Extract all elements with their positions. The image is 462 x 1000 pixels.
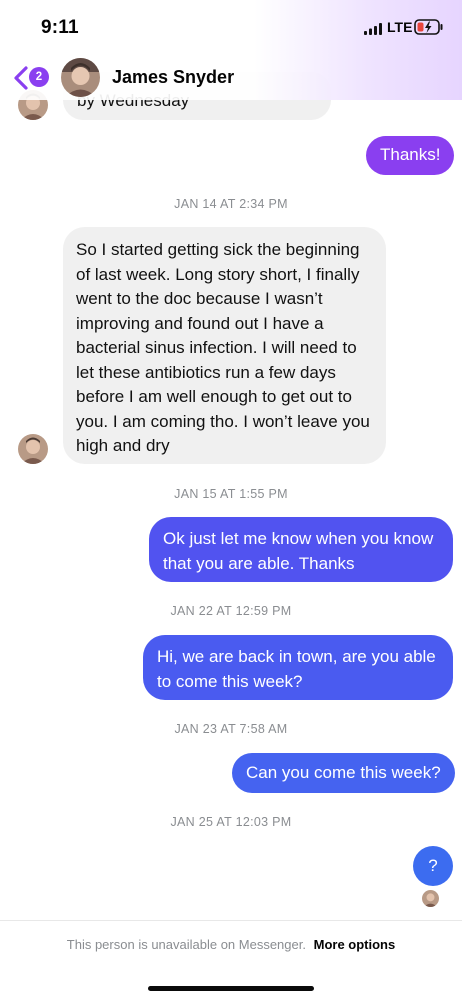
contact-avatar[interactable] [61, 58, 100, 97]
message-line: that you are able. Thanks [163, 553, 355, 573]
battery-icon [414, 18, 444, 36]
status-time: 9:11 [41, 17, 79, 38]
timestamp: JAN 14 AT 2:34 PM [174, 197, 288, 211]
message-line: let these antibiotics run a few days [76, 362, 336, 382]
message-line: improving and found out I have a [76, 313, 324, 333]
message-text: Can you come this week? [246, 763, 441, 782]
network-type: LTE [387, 19, 413, 35]
home-indicator[interactable] [148, 986, 314, 991]
message-text: ? [428, 856, 438, 875]
message-line: high and dry [76, 436, 170, 455]
outgoing-message[interactable]: Ok just let me know when you know that y… [149, 517, 453, 582]
incoming-message[interactable]: So I started getting sick the beginning … [63, 227, 386, 464]
message-line: went to the doc because I wasn’t [76, 289, 323, 308]
message-line: Ok just let me know when you know [163, 529, 434, 548]
message-text: Thanks! [380, 145, 441, 164]
timestamp: JAN 15 AT 1:55 PM [174, 487, 288, 501]
outgoing-message[interactable]: ? [413, 846, 453, 886]
sender-avatar [18, 434, 48, 464]
conversation-header: 9:11 LTE 2 James Snyder [0, 0, 462, 100]
unread-badge[interactable]: 2 [29, 67, 49, 87]
message-line: Hi, we are back in town, are you able [157, 647, 436, 666]
outgoing-message[interactable]: Hi, we are back in town, are you able to… [143, 635, 453, 700]
message-thread[interactable]: by Wednesday Thanks! JAN 14 AT 2:34 PM S… [0, 0, 462, 920]
message-line: you. I am coming tho. I won’t leave you [76, 411, 370, 431]
message-line: So I started getting sick the beginning [76, 240, 360, 259]
timestamp: JAN 22 AT 12:59 PM [170, 604, 292, 618]
message-line: bacterial sinus infection. I will need t… [76, 338, 357, 357]
outgoing-message[interactable]: Can you come this week? [232, 753, 455, 793]
message-line: before I am well enough to get out to [76, 387, 352, 406]
signal-icon [364, 22, 382, 35]
message-line: of last week. Long story short, I finall… [76, 264, 360, 284]
more-options-link[interactable]: More options [314, 937, 396, 952]
timestamp: JAN 25 AT 12:03 PM [170, 815, 292, 829]
composer-unavailable-bar: This person is unavailable on Messenger.… [0, 920, 462, 1000]
timestamp: JAN 23 AT 7:58 AM [174, 722, 288, 736]
unavailable-text: This person is unavailable on Messenger. [66, 937, 306, 952]
contact-name[interactable]: James Snyder [112, 67, 234, 88]
message-line: to come this week? [157, 671, 303, 691]
outgoing-message[interactable]: Thanks! [366, 136, 455, 175]
unavailable-notice: This person is unavailable on Messenger.… [0, 937, 462, 952]
read-receipt-avatar [422, 890, 439, 907]
